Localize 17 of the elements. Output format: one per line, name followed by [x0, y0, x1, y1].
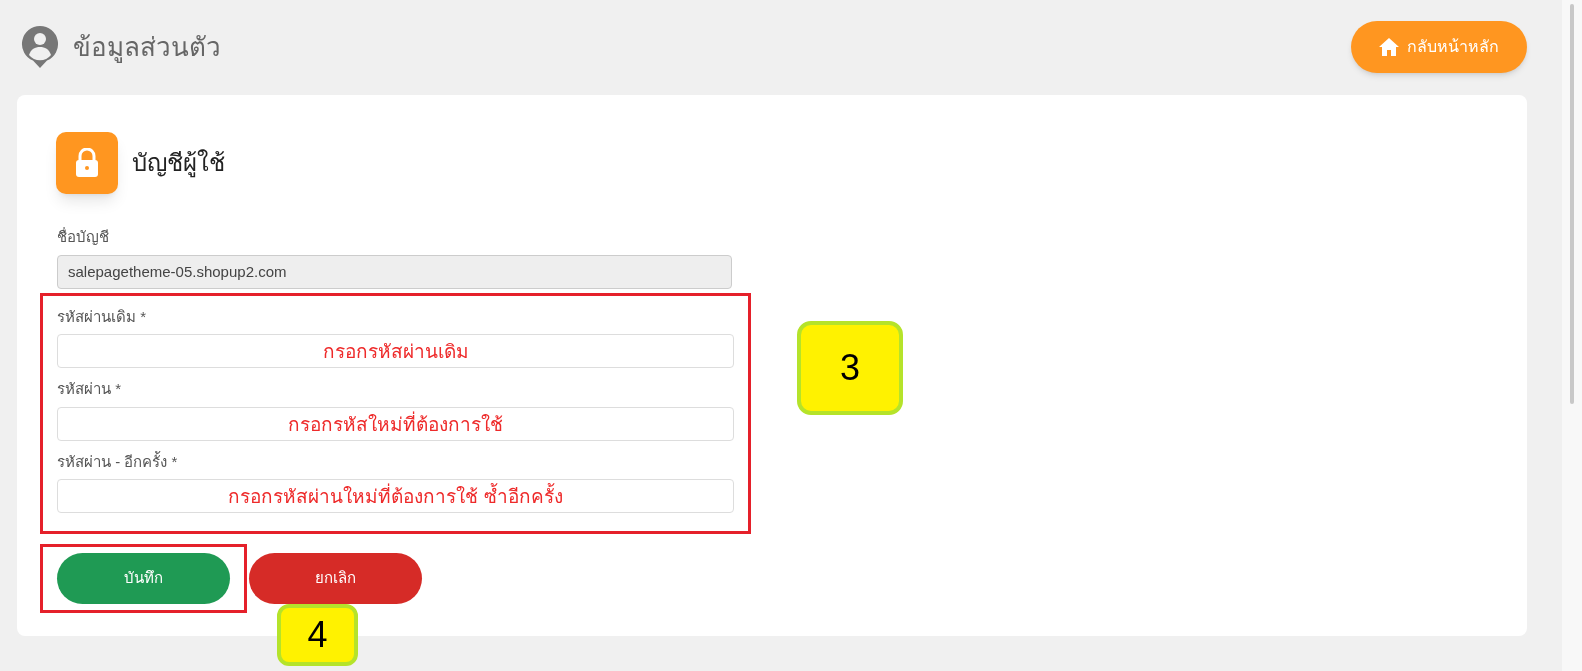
home-button[interactable]: กลับหน้าหลัก — [1351, 21, 1527, 73]
password-field[interactable]: กรอกรหัสผ่านใหม่ที่ต้องการใช้ ซ้ำอีกครั้ง — [57, 479, 734, 513]
lock-icon — [56, 132, 118, 194]
password-field[interactable]: กรอกรหัสผ่านเดิม — [57, 334, 734, 368]
home-icon — [1379, 38, 1399, 56]
cancel-button[interactable]: ยกเลิก — [249, 553, 422, 604]
page-title: ข้อมูลส่วนตัว — [73, 30, 221, 65]
field-label: รหัสผ่านเดิม * — [57, 306, 147, 327]
step-badge: 3 — [797, 321, 903, 415]
step-badge: 4 — [277, 604, 358, 666]
save-button[interactable]: บันทึก — [57, 553, 230, 604]
field-label: รหัสผ่าน * — [57, 379, 122, 399]
field-label: ชื่อบัญชี — [57, 226, 110, 247]
section-title: บัญชีผู้ใช้ — [132, 148, 225, 180]
user-pin-icon — [21, 25, 59, 69]
password-field[interactable]: กรอกรหัสใหม่ที่ต้องการใช้ — [57, 406, 734, 441]
field-label: รหัสผ่าน - อีกครั้ง * — [57, 450, 179, 472]
